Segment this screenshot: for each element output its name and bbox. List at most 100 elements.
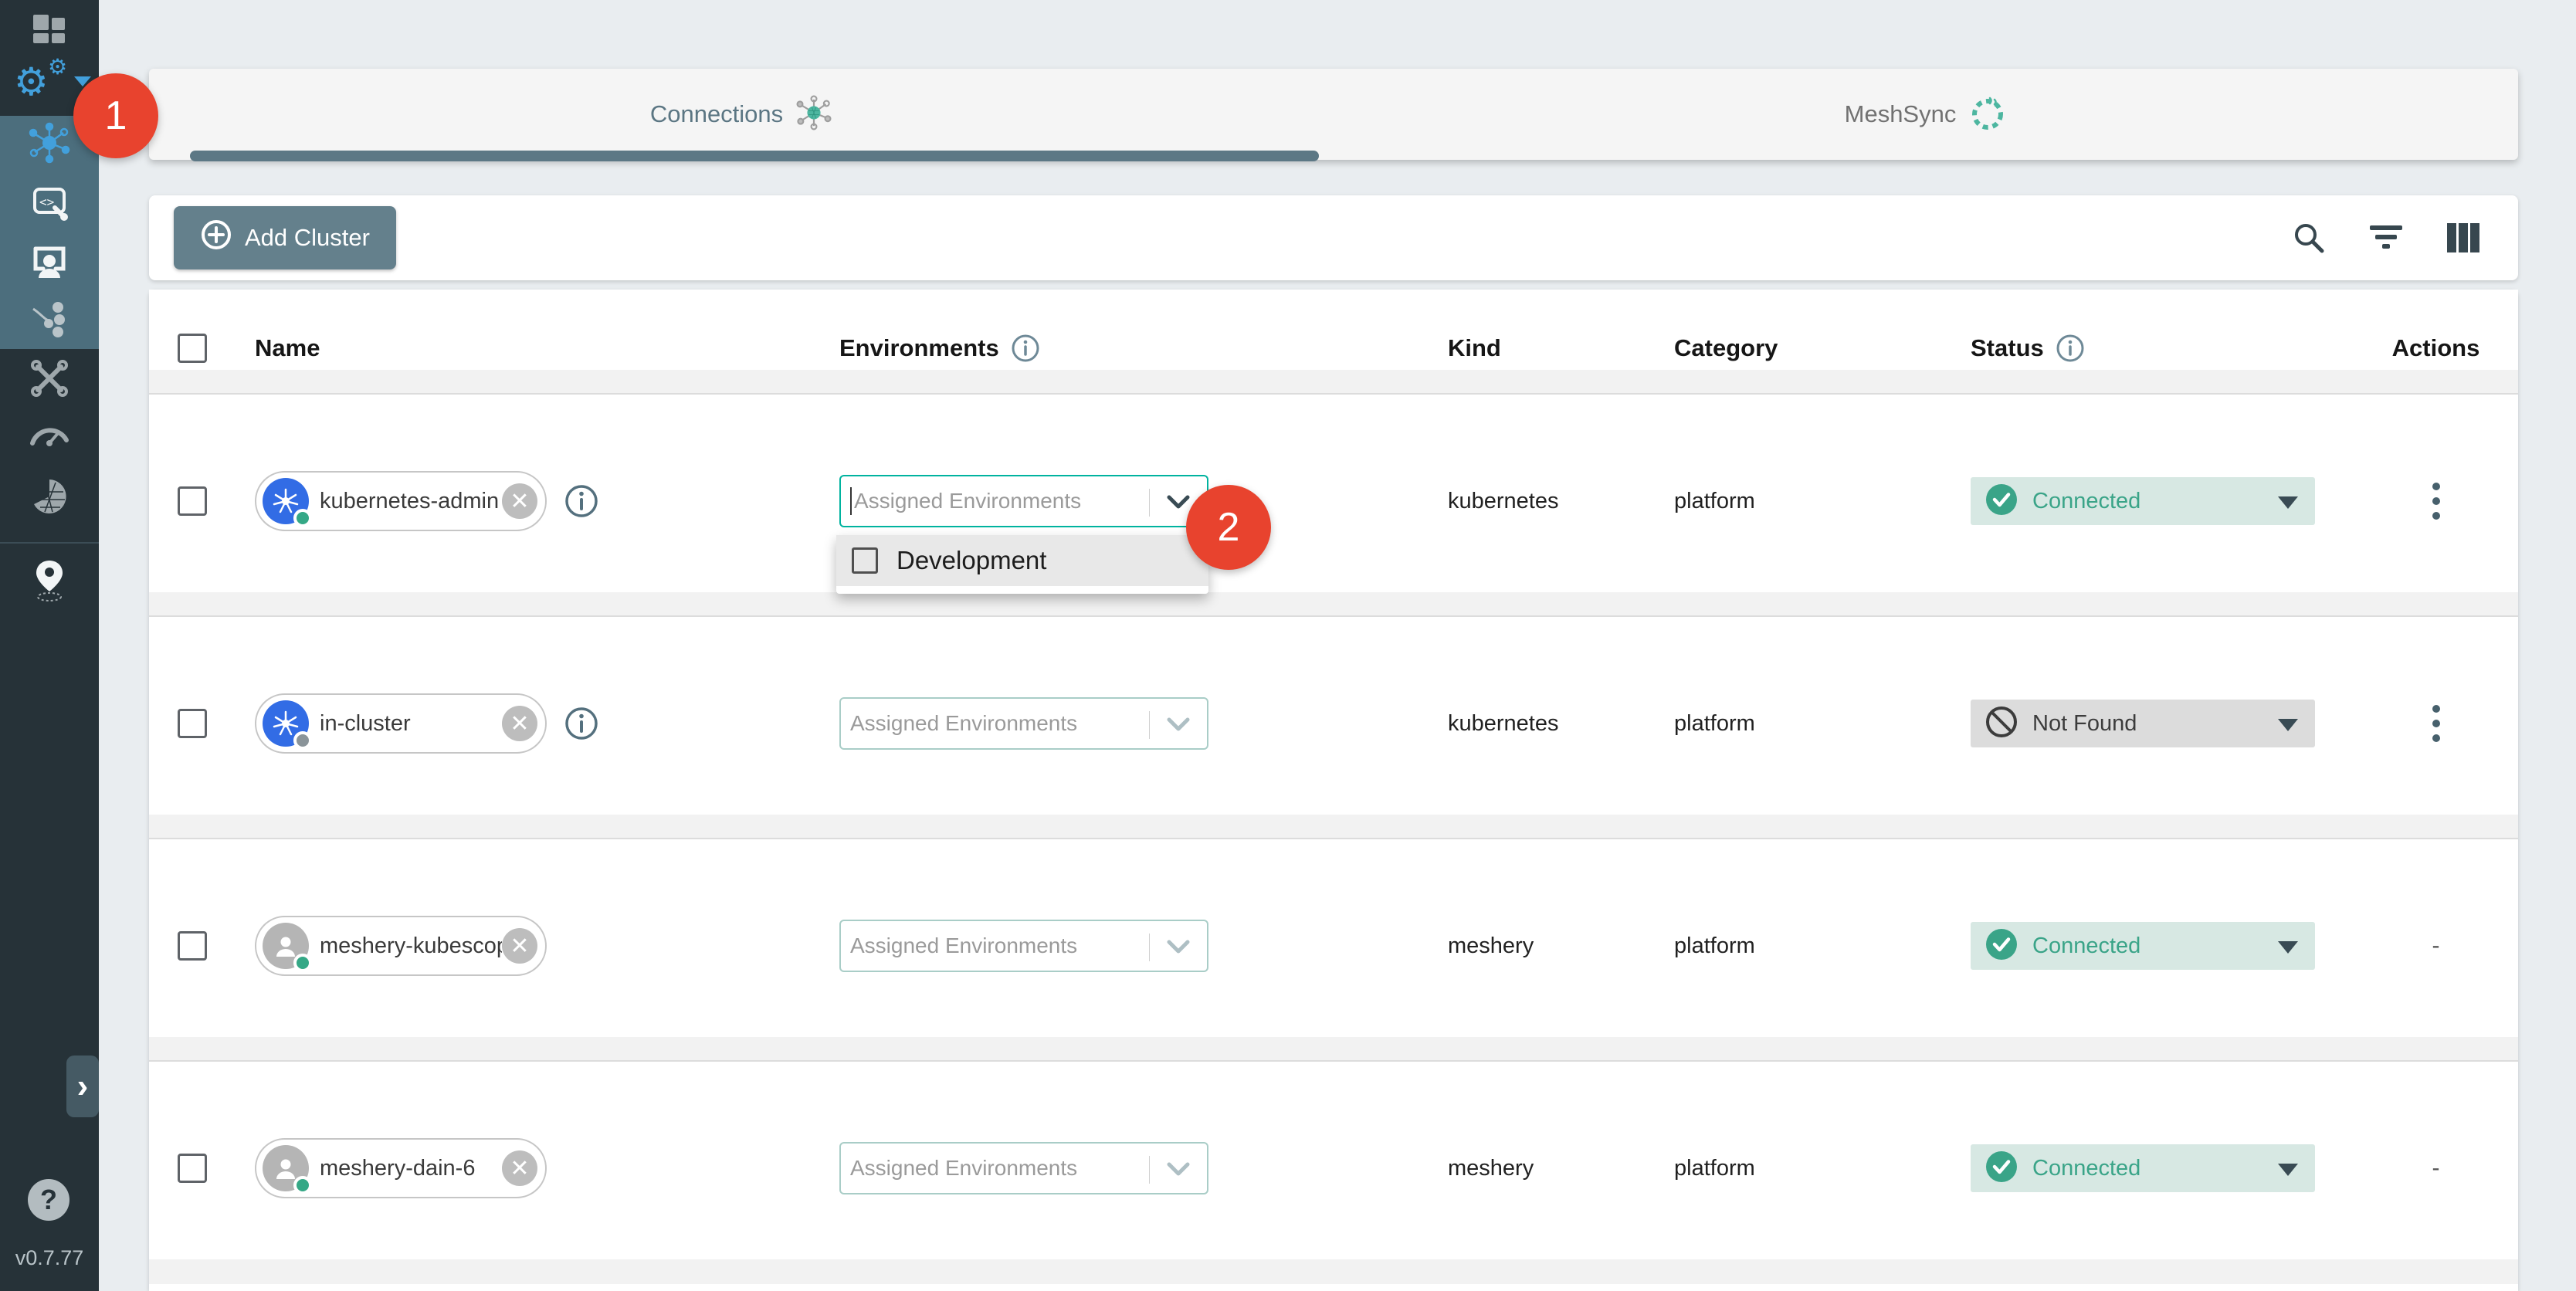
caret-down-icon: [2278, 941, 2298, 954]
connection-chip[interactable]: meshery-dain-6 ✕: [255, 1138, 547, 1198]
active-tab-indicator: [190, 151, 1319, 161]
environments-select[interactable]: Assigned Environments: [839, 920, 1208, 972]
info-icon[interactable]: [564, 706, 599, 741]
connection-chip[interactable]: meshery-kubescop… ✕: [255, 916, 547, 976]
connection-name: meshery-kubescop…: [320, 934, 502, 959]
info-icon[interactable]: [2055, 333, 2086, 364]
tab-connections[interactable]: Connections: [149, 69, 1334, 160]
info-icon[interactable]: [1010, 333, 1041, 364]
column-header-environments: Environments: [839, 334, 999, 362]
sidebar-item-extensions[interactable]: [0, 461, 99, 535]
sidebar-expand-button[interactable]: ›: [66, 1056, 99, 1117]
connection-status-dot: [293, 509, 312, 527]
tab-meshsync[interactable]: MeshSync: [1334, 69, 2518, 160]
gears-icon: ⚙ ⚙: [14, 59, 85, 106]
search-icon[interactable]: [2291, 220, 2327, 256]
status-label: Connected: [2032, 1156, 2140, 1181]
tab-meshsync-label: MeshSync: [1845, 100, 1957, 128]
chevron-down-icon[interactable]: [1165, 714, 1191, 738]
kind-value: kubernetes: [1448, 711, 1559, 737]
row-checkbox[interactable]: [178, 1154, 207, 1183]
help-button[interactable]: ?: [28, 1179, 69, 1221]
status-chip[interactable]: Connected: [1971, 477, 2315, 525]
dropdown-item-checkbox[interactable]: [852, 547, 878, 574]
expand-chevron-icon: ›: [77, 1067, 89, 1106]
status-label: Connected: [2032, 934, 2140, 959]
connection-status-dot: [293, 954, 312, 972]
question-mark-icon: ?: [40, 1184, 57, 1216]
toolbar: Add Cluster: [149, 195, 2518, 280]
mesh-pie-icon: [29, 476, 69, 520]
connection-chip[interactable]: in-cluster ✕: [255, 693, 547, 754]
table-header: Name Environments Kind Category Status A…: [149, 290, 2518, 395]
actions-empty: -: [2432, 933, 2440, 959]
close-icon[interactable]: ✕: [502, 483, 537, 519]
annotation-badge-1: 1: [73, 73, 158, 158]
connection-name: in-cluster: [320, 711, 502, 737]
sidebar-item-performance[interactable]: [0, 397, 99, 471]
select-all-checkbox[interactable]: [178, 334, 207, 363]
dropdown-item-development[interactable]: Development: [836, 535, 1208, 586]
environments-placeholder: Assigned Environments: [850, 711, 1077, 736]
category-value: platform: [1674, 711, 1755, 737]
connection-status-dot: [293, 1176, 312, 1194]
environments-select[interactable]: Assigned Environments: [839, 697, 1208, 750]
code-wrench-icon: <>: [29, 181, 70, 227]
row-actions-menu-icon[interactable]: [2425, 478, 2448, 524]
sync-spinner-icon: [1968, 93, 2007, 136]
column-header-status: Status: [1971, 334, 2044, 362]
row-actions-menu-icon[interactable]: [2425, 700, 2448, 747]
sidebar-item-location[interactable]: [0, 544, 99, 618]
environments-select[interactable]: Assigned Environments: [839, 1142, 1208, 1194]
close-icon[interactable]: ✕: [502, 706, 537, 741]
user-avatar: [263, 923, 309, 969]
branch-nodes-icon: [29, 298, 70, 344]
column-header-category: Category: [1674, 334, 1778, 362]
connection-name: kubernetes-admin…: [320, 489, 502, 514]
chevron-down-icon[interactable]: [1165, 1159, 1191, 1183]
column-header-kind: Kind: [1448, 334, 1501, 362]
kind-value: meshery: [1448, 934, 1534, 959]
screen-user-icon: [28, 239, 71, 286]
chevron-down-icon[interactable]: [1165, 492, 1191, 516]
tab-connections-label: Connections: [650, 100, 783, 128]
category-value: platform: [1674, 1156, 1755, 1181]
chevron-down-icon[interactable]: [1165, 937, 1191, 961]
environments-select[interactable]: Assigned Environments 2: [839, 475, 1208, 527]
row-checkbox[interactable]: [178, 709, 207, 738]
close-icon[interactable]: ✕: [502, 928, 537, 964]
check-circle-icon: [1985, 483, 2018, 520]
close-icon[interactable]: ✕: [502, 1150, 537, 1186]
mesh-icon: [795, 94, 832, 135]
status-chip[interactable]: Connected: [1971, 1144, 2315, 1192]
environments-placeholder: Assigned Environments: [850, 934, 1077, 958]
toolbar-actions: [2291, 220, 2481, 256]
add-cluster-button[interactable]: Add Cluster: [174, 206, 396, 269]
environments-placeholder: Assigned Environments: [850, 1156, 1077, 1181]
text-cursor: [850, 487, 852, 515]
kind-value: kubernetes: [1448, 489, 1559, 514]
sidebar: ⚙ ⚙ <>: [0, 0, 99, 1291]
kubernetes-avatar: [263, 700, 309, 747]
caret-down-icon: [2278, 1164, 2298, 1176]
view-columns-icon[interactable]: [2446, 222, 2481, 254]
status-label: Connected: [2032, 489, 2140, 514]
environments-placeholder: Assigned Environments: [854, 489, 1081, 513]
check-circle-icon: [1985, 1150, 2018, 1188]
connection-chip[interactable]: kubernetes-admin… ✕: [255, 471, 547, 531]
table-row: kubernetes-admin… ✕ Assigned Environment…: [149, 395, 2518, 617]
info-icon[interactable]: [564, 483, 599, 519]
annotation-badge-2: 2: [1186, 485, 1271, 570]
status-label: Not Found: [2032, 711, 2137, 737]
kind-value: meshery: [1448, 1156, 1534, 1181]
row-checkbox[interactable]: [178, 931, 207, 961]
row-checkbox[interactable]: [178, 486, 207, 516]
status-chip[interactable]: Connected: [1971, 922, 2315, 970]
kubernetes-avatar: [263, 478, 309, 524]
table-row: meshery-dain-6 ✕ Assigned Environments m…: [149, 1062, 2518, 1284]
caret-down-icon: [2278, 719, 2298, 731]
sidebar-divider: [0, 542, 99, 544]
filter-icon[interactable]: [2368, 222, 2404, 253]
table-row: meshery-kubescop… ✕ Assigned Environment…: [149, 839, 2518, 1062]
status-chip[interactable]: Not Found: [1971, 700, 2315, 747]
